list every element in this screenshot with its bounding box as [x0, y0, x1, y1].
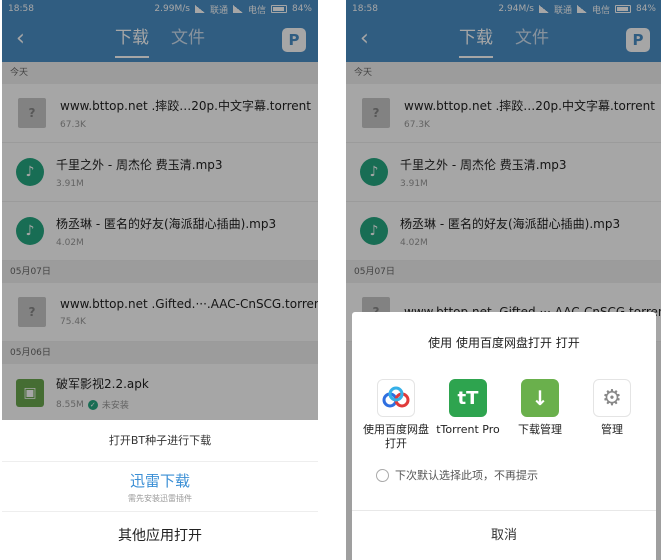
- sheet-title: 打开BT种子进行下载: [2, 420, 318, 462]
- app-option-download-manager[interactable]: ↓ 下载管理: [505, 379, 575, 451]
- app-label: 管理: [601, 423, 623, 436]
- gear-icon: ⚙: [593, 379, 631, 417]
- option-subtitle: 需先安装迅雷插件: [128, 494, 192, 503]
- app-option-baidu-netdisk[interactable]: 使用百度网盘打开: [361, 379, 431, 451]
- bottom-sheet: 打开BT种子进行下载 迅雷下载 需先安装迅雷插件 其他应用打开: [2, 420, 318, 560]
- xunlei-download-option[interactable]: 迅雷下载 需先安装迅雷插件: [2, 462, 318, 512]
- app-label: 使用百度网盘打开: [363, 423, 429, 450]
- app-option-ttorrent[interactable]: tT tTorrent Pro: [433, 379, 503, 451]
- remember-choice-label: 下次默认选择此项，不再提示: [395, 469, 538, 482]
- radio-button[interactable]: [376, 468, 389, 482]
- app-option-manage[interactable]: ⚙ 管理: [577, 379, 647, 451]
- baidu-netdisk-icon: [377, 379, 415, 417]
- download-manager-icon: ↓: [521, 379, 559, 417]
- ttorrent-icon: tT: [449, 379, 487, 417]
- cancel-button[interactable]: 取消: [352, 510, 656, 560]
- dialog-title: 使用 使用百度网盘打开 打开: [428, 336, 580, 350]
- app-label: 下载管理: [518, 423, 562, 436]
- option-label: 迅雷下载: [129, 472, 190, 490]
- open-with-dialog: 使用 使用百度网盘打开 打开 使用百度网盘打开 tT tTorrent Pro …: [352, 312, 656, 560]
- remember-choice-option[interactable]: 下次默认选择此项，不再提示: [376, 467, 656, 483]
- app-label: tTorrent Pro: [436, 423, 500, 436]
- right-screen: 18:58 2.94M/s 联通 电信 84% ‹ 下载 文件 P 今天 ? w…: [346, 0, 661, 560]
- open-with-other-app-option[interactable]: 其他应用打开: [2, 512, 318, 560]
- left-screen: 18:58 2.99M/s 联通 电信 84% ‹ 下载 文件 P 今天 ? w…: [2, 0, 318, 560]
